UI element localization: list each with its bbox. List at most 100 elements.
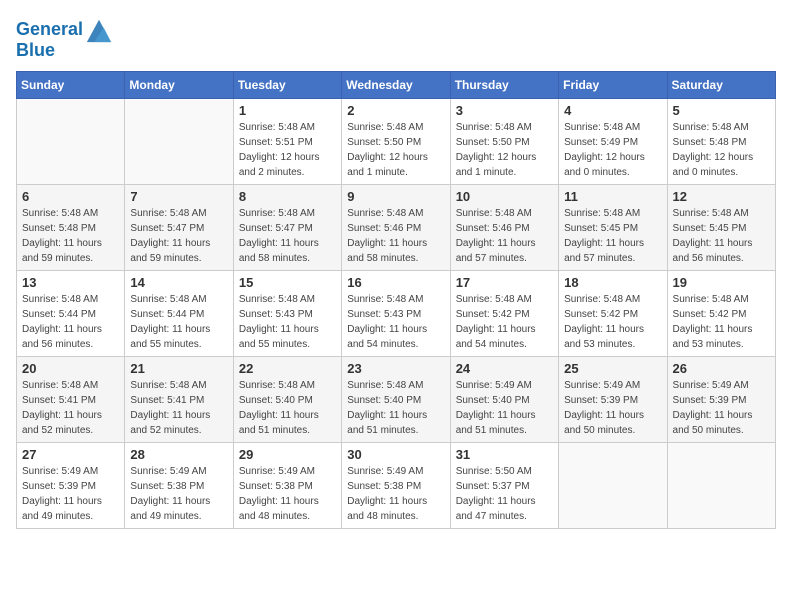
day-info: Sunrise: 5:48 AM Sunset: 5:48 PM Dayligh… [22, 206, 119, 266]
calendar-week-row: 13 Sunrise: 5:48 AM Sunset: 5:44 PM Dayli… [17, 271, 776, 357]
calendar-cell: 9Sunrise: 5:48 AM Sunset: 5:46 PM Daylig… [342, 185, 450, 271]
day-info: Sunrise: 5:48 AM Sunset: 5:41 PM Dayligh… [130, 378, 227, 438]
day-info: Sunrise: 5:49 AM Sunset: 5:38 PM Dayligh… [239, 464, 336, 524]
day-number: 29 [239, 447, 336, 462]
day-number: 31 [456, 447, 553, 462]
day-info: Sunrise: 5:49 AM Sunset: 5:40 PM Dayligh… [456, 378, 553, 438]
day-number: 18 [564, 275, 661, 290]
day-info: Sunrise: 5:48 AM Sunset: 5:42 PM Dayligh… [564, 292, 661, 352]
calendar-cell: 14Sunrise: 5:48 AM Sunset: 5:44 PM Dayli… [125, 271, 233, 357]
day-info: Sunrise: 5:48 AM Sunset: 5:51 PM Dayligh… [239, 120, 336, 180]
day-info: Sunrise: 5:48 AM Sunset: 5:42 PM Dayligh… [456, 292, 553, 352]
calendar-cell: 22 Sunrise: 5:48 AM Sunset: 5:40 PM Dayli… [233, 357, 341, 443]
day-info: Sunrise: 5:48 AM Sunset: 5:40 PM Dayligh… [347, 378, 444, 438]
day-number: 30 [347, 447, 444, 462]
day-info: Sunrise: 5:48 AM Sunset: 5:44 PM Dayligh… [130, 292, 227, 352]
day-number: 8 [239, 189, 336, 204]
calendar-body: 1 Sunrise: 5:48 AM Sunset: 5:51 PM Daylig… [17, 99, 776, 529]
calendar-cell: 13 Sunrise: 5:48 AM Sunset: 5:44 PM Dayli… [17, 271, 125, 357]
calendar-cell: 24 Sunrise: 5:49 AM Sunset: 5:40 PM Dayli… [450, 357, 558, 443]
calendar-cell [17, 99, 125, 185]
day-info: Sunrise: 5:49 AM Sunset: 5:38 PM Dayligh… [130, 464, 227, 524]
day-info: Sunrise: 5:48 AM Sunset: 5:42 PM Dayligh… [673, 292, 770, 352]
day-number: 19 [673, 275, 770, 290]
day-number: 6 [22, 189, 119, 204]
day-number: 1 [239, 103, 336, 118]
calendar-cell: 19 Sunrise: 5:48 AM Sunset: 5:42 PM Dayli… [667, 271, 775, 357]
calendar-cell [667, 443, 775, 529]
calendar-cell: 29 Sunrise: 5:49 AM Sunset: 5:38 PM Dayli… [233, 443, 341, 529]
calendar-cell: 5Sunrise: 5:48 AM Sunset: 5:48 PM Daylig… [667, 99, 775, 185]
calendar-cell: 7 Sunrise: 5:48 AM Sunset: 5:47 PM Daylig… [125, 185, 233, 271]
day-info: Sunrise: 5:49 AM Sunset: 5:39 PM Dayligh… [564, 378, 661, 438]
day-number: 20 [22, 361, 119, 376]
weekday-header-cell: Saturday [667, 72, 775, 99]
day-number: 3 [456, 103, 553, 118]
calendar-cell: 20 Sunrise: 5:48 AM Sunset: 5:41 PM Dayli… [17, 357, 125, 443]
calendar-cell: 2 Sunrise: 5:48 AM Sunset: 5:50 PM Daylig… [342, 99, 450, 185]
day-number: 4 [564, 103, 661, 118]
calendar-cell: 11 Sunrise: 5:48 AM Sunset: 5:45 PM Dayli… [559, 185, 667, 271]
day-info: Sunrise: 5:48 AM Sunset: 5:50 PM Dayligh… [347, 120, 444, 180]
day-info: Sunrise: 5:48 AM Sunset: 5:48 PM Dayligh… [673, 120, 770, 180]
day-number: 25 [564, 361, 661, 376]
weekday-header-cell: Sunday [17, 72, 125, 99]
calendar-cell: 12 Sunrise: 5:48 AM Sunset: 5:45 PM Dayli… [667, 185, 775, 271]
day-info: Sunrise: 5:48 AM Sunset: 5:47 PM Dayligh… [239, 206, 336, 266]
day-info: Sunrise: 5:49 AM Sunset: 5:39 PM Dayligh… [673, 378, 770, 438]
weekday-header-row: SundayMondayTuesdayWednesdayThursdayFrid… [17, 72, 776, 99]
calendar-cell: 23 Sunrise: 5:48 AM Sunset: 5:40 PM Dayli… [342, 357, 450, 443]
day-number: 22 [239, 361, 336, 376]
day-info: Sunrise: 5:48 AM Sunset: 5:47 PM Dayligh… [130, 206, 227, 266]
calendar-week-row: 20 Sunrise: 5:48 AM Sunset: 5:41 PM Dayli… [17, 357, 776, 443]
day-number: 21 [130, 361, 227, 376]
calendar-cell: 10 Sunrise: 5:48 AM Sunset: 5:46 PM Dayli… [450, 185, 558, 271]
day-number: 27 [22, 447, 119, 462]
day-info: Sunrise: 5:48 AM Sunset: 5:45 PM Dayligh… [564, 206, 661, 266]
calendar-week-row: 6 Sunrise: 5:48 AM Sunset: 5:48 PM Daylig… [17, 185, 776, 271]
day-info: Sunrise: 5:49 AM Sunset: 5:38 PM Dayligh… [347, 464, 444, 524]
day-info: Sunrise: 5:48 AM Sunset: 5:43 PM Dayligh… [239, 292, 336, 352]
day-number: 17 [456, 275, 553, 290]
day-info: Sunrise: 5:48 AM Sunset: 5:44 PM Dayligh… [22, 292, 119, 352]
day-info: Sunrise: 5:49 AM Sunset: 5:39 PM Dayligh… [22, 464, 119, 524]
day-number: 13 [22, 275, 119, 290]
calendar-cell: 28Sunrise: 5:49 AM Sunset: 5:38 PM Dayli… [125, 443, 233, 529]
calendar-cell: 31 Sunrise: 5:50 AM Sunset: 5:37 PM Dayli… [450, 443, 558, 529]
day-number: 7 [130, 189, 227, 204]
day-info: Sunrise: 5:48 AM Sunset: 5:41 PM Dayligh… [22, 378, 119, 438]
day-info: Sunrise: 5:50 AM Sunset: 5:37 PM Dayligh… [456, 464, 553, 524]
day-number: 12 [673, 189, 770, 204]
day-number: 10 [456, 189, 553, 204]
day-info: Sunrise: 5:48 AM Sunset: 5:40 PM Dayligh… [239, 378, 336, 438]
calendar-cell: 1 Sunrise: 5:48 AM Sunset: 5:51 PM Daylig… [233, 99, 341, 185]
day-info: Sunrise: 5:48 AM Sunset: 5:46 PM Dayligh… [456, 206, 553, 266]
day-info: Sunrise: 5:48 AM Sunset: 5:50 PM Dayligh… [456, 120, 553, 180]
calendar-cell: 21 Sunrise: 5:48 AM Sunset: 5:41 PM Dayli… [125, 357, 233, 443]
day-number: 11 [564, 189, 661, 204]
day-number: 15 [239, 275, 336, 290]
weekday-header-cell: Tuesday [233, 72, 341, 99]
calendar-cell: 30 Sunrise: 5:49 AM Sunset: 5:38 PM Dayli… [342, 443, 450, 529]
day-number: 9 [347, 189, 444, 204]
calendar-cell [559, 443, 667, 529]
day-info: Sunrise: 5:48 AM Sunset: 5:45 PM Dayligh… [673, 206, 770, 266]
weekday-header-cell: Friday [559, 72, 667, 99]
day-number: 23 [347, 361, 444, 376]
calendar-cell: 18 Sunrise: 5:48 AM Sunset: 5:42 PM Dayli… [559, 271, 667, 357]
weekday-header-cell: Monday [125, 72, 233, 99]
calendar-cell: 25 Sunrise: 5:49 AM Sunset: 5:39 PM Dayli… [559, 357, 667, 443]
calendar-cell: 4 Sunrise: 5:48 AM Sunset: 5:49 PM Daylig… [559, 99, 667, 185]
calendar-cell: 16 Sunrise: 5:48 AM Sunset: 5:43 PM Dayli… [342, 271, 450, 357]
calendar-cell: 3 Sunrise: 5:48 AM Sunset: 5:50 PM Daylig… [450, 99, 558, 185]
day-number: 24 [456, 361, 553, 376]
day-number: 16 [347, 275, 444, 290]
logo-text: General [16, 19, 83, 41]
weekday-header-cell: Thursday [450, 72, 558, 99]
calendar-cell: 6 Sunrise: 5:48 AM Sunset: 5:48 PM Daylig… [17, 185, 125, 271]
day-info: Sunrise: 5:48 AM Sunset: 5:49 PM Dayligh… [564, 120, 661, 180]
logo-icon [85, 16, 113, 44]
day-info: Sunrise: 5:48 AM Sunset: 5:43 PM Dayligh… [347, 292, 444, 352]
calendar-table: SundayMondayTuesdayWednesdayThursdayFrid… [16, 71, 776, 529]
day-number: 2 [347, 103, 444, 118]
